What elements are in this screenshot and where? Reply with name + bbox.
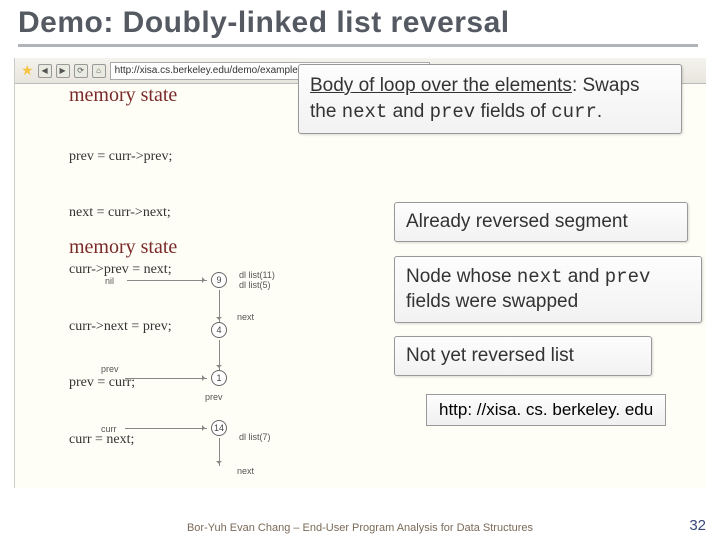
node-9: 9 xyxy=(211,272,227,288)
reload-button[interactable]: ⟳ xyxy=(74,64,88,78)
home-button[interactable]: ⌂ xyxy=(92,64,106,78)
code-next: next xyxy=(517,266,563,288)
footer-text: Bor-Yuh Evan Chang – End-User Program An… xyxy=(0,522,720,534)
code-next: next xyxy=(342,101,388,123)
dlist-7-label: dl list(7) xyxy=(239,432,271,442)
arrow-14-down xyxy=(219,438,220,466)
node-1: 1 xyxy=(211,370,227,386)
code-line: next = curr->next; xyxy=(69,204,172,223)
favorite-icon[interactable]: ★ xyxy=(21,62,34,79)
callout-reversed-segment: Already reversed segment xyxy=(394,202,688,242)
memory-state-label-top: memory state xyxy=(69,84,177,107)
node-14: 14 xyxy=(211,420,227,436)
slide-title: Demo: Doubly-linked list reversal xyxy=(18,6,698,47)
node-4: 4 xyxy=(211,322,227,338)
callout-swapped-node: Node whose next and prev fields were swa… xyxy=(394,256,702,323)
memory-diagram: nil 9 dl list(11) dl list(5) next 4 prev… xyxy=(65,264,405,484)
code-prev: prev xyxy=(605,266,651,288)
arrow-4-to-1 xyxy=(219,340,220,370)
dlist-5-label: dl list(5) xyxy=(239,280,271,290)
code-line: prev = curr->prev; xyxy=(69,148,172,167)
text: and xyxy=(387,101,429,122)
arrow-nil-to-9 xyxy=(127,280,207,281)
nil-label: nil xyxy=(105,276,114,286)
code-curr: curr xyxy=(551,101,597,123)
text: fields were swapped xyxy=(406,291,578,312)
callout-not-yet-reversed: Not yet reversed list xyxy=(394,336,652,376)
text: . xyxy=(597,101,602,122)
page-number: 32 xyxy=(689,517,706,534)
prev-label: prev xyxy=(101,364,119,374)
arrow-prev-to-1 xyxy=(125,378,207,379)
arrow-curr-to-14 xyxy=(125,428,207,429)
back-button[interactable]: ◀ xyxy=(38,64,52,78)
text: fields of xyxy=(475,101,551,122)
text: Node whose xyxy=(406,266,517,287)
curr-label: curr xyxy=(101,424,117,434)
memory-state-label-bottom: memory state xyxy=(69,236,177,259)
arrow-9-to-4 xyxy=(219,290,220,322)
text: and xyxy=(563,266,605,287)
next-label-2: next xyxy=(237,466,254,476)
code-prev: prev xyxy=(430,101,476,123)
dlist-11-label: dl list(11) xyxy=(239,270,275,280)
forward-button[interactable]: ▶ xyxy=(56,64,70,78)
prev-label-2: prev xyxy=(205,392,223,402)
callout-loop-body: Body of loop over the elements: Swaps th… xyxy=(298,64,682,134)
callout-body-underline: Body of loop over the elements xyxy=(310,75,572,96)
next-label: next xyxy=(237,312,254,322)
url-display-box: http: //xisa. cs. berkeley. edu xyxy=(426,394,666,426)
